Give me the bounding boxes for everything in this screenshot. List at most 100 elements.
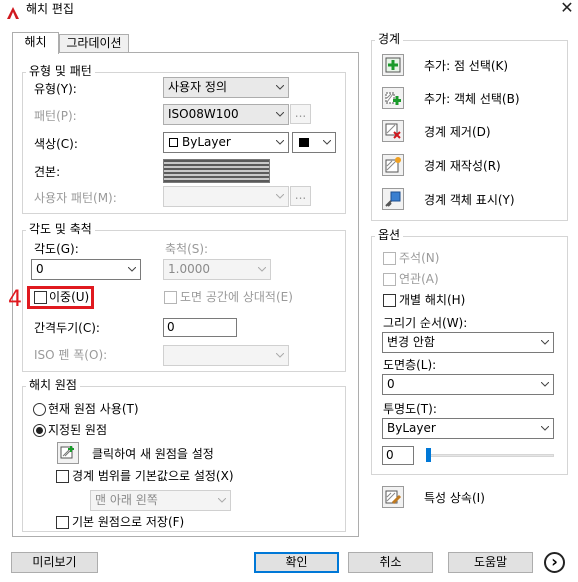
draw-order-combo[interactable]: 변경 안함 <box>382 332 554 353</box>
preview-button[interactable]: 미리보기 <box>11 552 98 573</box>
options-title: 옵션 <box>375 228 404 242</box>
associative-label: 연관(A) <box>399 272 439 286</box>
background-color-combo[interactable] <box>292 132 336 153</box>
hatch-swatch-preview[interactable] <box>163 159 270 183</box>
layer-combo[interactable]: 0 <box>382 374 554 395</box>
type-label: 유형(Y): <box>34 82 77 96</box>
autocad-logo-icon <box>7 7 19 19</box>
default-extents-label: 경계 범위를 기본값으로 설정(X) <box>72 469 234 483</box>
store-default-origin-label: 기본 원점으로 저장(F) <box>72 515 185 529</box>
specified-origin-radio[interactable] <box>33 424 46 437</box>
double-label: 이중(U) <box>49 290 90 304</box>
inherit-properties-button[interactable] <box>382 486 404 508</box>
specified-origin-label: 지정된 원점 <box>48 423 108 437</box>
transparency-value-input[interactable]: 0 <box>382 446 414 465</box>
tab-gradient[interactable]: 그라데이션 <box>59 34 129 53</box>
type-value: 사용자 정의 <box>168 80 228 94</box>
default-extents-checkbox[interactable] <box>56 470 69 483</box>
layer-label: 도면층(L): <box>383 358 437 372</box>
annotative-checkbox[interactable] <box>383 252 396 265</box>
iso-pen-width-label: ISO 펜 폭(O): <box>34 348 108 362</box>
relative-paperspace-label: 도면 공간에 상대적(E) <box>180 290 293 304</box>
color-combo[interactable]: ByLayer <box>163 132 289 153</box>
transparency-combo[interactable]: ByLayer <box>382 418 554 439</box>
recreate-boundary-button[interactable] <box>382 154 404 176</box>
color-swatch-icon <box>169 138 178 147</box>
chevron-down-icon <box>218 498 226 503</box>
relative-paperspace-checkbox[interactable] <box>164 291 177 304</box>
black-swatch-icon <box>299 138 309 147</box>
origin-position-combo[interactable]: 맨 아래 왼쪽 <box>90 490 231 511</box>
separate-hatches-label: 개별 해치(H) <box>399 293 466 307</box>
pick-points-button[interactable] <box>382 54 404 76</box>
store-default-origin-checkbox[interactable] <box>56 516 69 529</box>
custom-pattern-label: 사용자 패턴(M): <box>34 191 117 205</box>
type-pattern-title: 유형 및 패턴 <box>26 64 95 78</box>
spacing-label: 간격두기(C): <box>34 321 100 335</box>
chevron-down-icon <box>276 353 284 358</box>
window-title: 해치 편집 <box>26 2 74 16</box>
hatch-origin-title: 해치 원점 <box>26 378 80 392</box>
scale-combo[interactable]: 1.0000 <box>163 259 271 280</box>
pattern-browse-button[interactable]: ... <box>290 104 311 124</box>
chevron-down-icon <box>541 426 549 431</box>
ok-button[interactable]: 확인 <box>254 552 339 573</box>
pattern-combo[interactable]: ISO08W100 <box>163 104 289 125</box>
cancel-button[interactable]: 취소 <box>348 552 433 573</box>
associative-checkbox[interactable] <box>383 273 396 286</box>
spacing-input[interactable]: 0 <box>163 318 237 337</box>
current-origin-radio[interactable] <box>33 403 46 416</box>
chevron-down-icon <box>276 85 284 90</box>
transparency-slider-track[interactable] <box>426 454 554 457</box>
draw-order-label: 그리기 순서(W): <box>383 316 468 330</box>
iso-pen-width-combo[interactable] <box>163 345 289 366</box>
inherit-properties-label: 특성 상속(I) <box>424 491 485 505</box>
double-checkbox[interactable] <box>34 291 47 304</box>
click-set-origin-label: 클릭하여 새 원점을 설정 <box>92 447 214 461</box>
chevron-down-icon <box>541 382 549 387</box>
transparency-value: ByLayer <box>387 421 436 435</box>
angle-value: 0 <box>36 262 44 276</box>
origin-position-value: 맨 아래 왼쪽 <box>95 493 158 507</box>
remove-boundary-button[interactable] <box>382 120 404 142</box>
chevron-down-icon <box>276 112 284 117</box>
draw-order-value: 변경 안함 <box>387 335 435 349</box>
remove-boundary-icon <box>385 123 401 139</box>
recreate-boundary-icon <box>385 157 401 173</box>
display-boundary-icon <box>385 191 401 207</box>
chevron-down-icon <box>323 140 331 145</box>
color-value: ByLayer <box>182 135 231 149</box>
transparency-slider-thumb[interactable] <box>426 448 431 462</box>
click-set-origin-button[interactable] <box>57 442 79 464</box>
close-icon[interactable]: ✕ <box>556 0 578 18</box>
pattern-label: 패턴(P): <box>34 109 77 123</box>
step-annotation-number: 4 <box>8 287 22 312</box>
separate-hatches-checkbox[interactable] <box>383 294 396 307</box>
type-combo[interactable]: 사용자 정의 <box>163 77 289 98</box>
scale-label: 축척(S): <box>165 242 209 256</box>
angle-combo[interactable]: 0 <box>31 259 141 280</box>
chevron-down-icon <box>128 267 136 272</box>
chevron-down-icon <box>276 140 284 145</box>
help-button[interactable]: 도움말 <box>448 552 533 573</box>
annotative-label: 주석(N) <box>399 251 440 265</box>
select-objects-button[interactable] <box>382 87 404 109</box>
layer-value: 0 <box>387 377 395 391</box>
select-objects-label: 추가: 객체 선택(B) <box>424 92 520 106</box>
chevron-down-icon <box>276 194 284 199</box>
pattern-value: ISO08W100 <box>168 107 239 121</box>
current-origin-label: 현재 원점 사용(T) <box>48 402 139 416</box>
pick-points-label: 추가: 점 선택(K) <box>424 59 509 73</box>
custom-pattern-combo[interactable] <box>163 186 289 207</box>
chevron-down-icon <box>541 340 549 345</box>
transparency-label: 투명도(T): <box>383 402 437 416</box>
select-objects-icon <box>385 92 401 105</box>
angle-label: 각도(G): <box>34 242 79 256</box>
tab-hatch[interactable]: 해치 <box>12 32 59 54</box>
inherit-properties-icon <box>385 490 402 505</box>
display-boundary-button[interactable] <box>382 188 404 210</box>
custom-pattern-browse-button[interactable]: ... <box>290 186 311 206</box>
title-bar: 해치 편집 ✕ <box>0 0 578 30</box>
more-options-button[interactable]: › <box>544 552 565 573</box>
display-boundary-label: 경계 객체 표시(Y) <box>424 193 515 207</box>
